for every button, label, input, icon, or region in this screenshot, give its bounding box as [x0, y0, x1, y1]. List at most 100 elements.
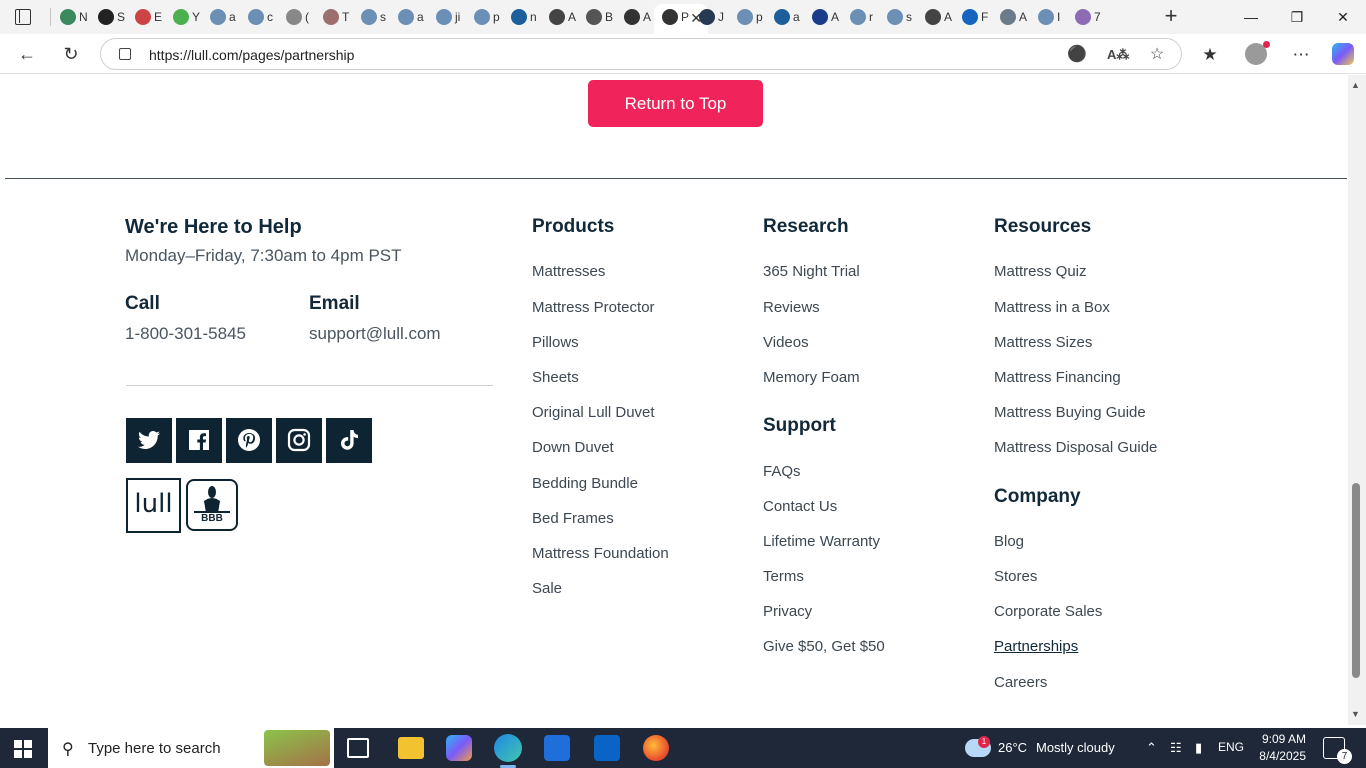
- browser-tab[interactable]: I: [1030, 4, 1066, 30]
- copilot-taskbar-icon[interactable]: [446, 735, 472, 761]
- browser-tab[interactable]: A: [992, 4, 1028, 30]
- site-info-icon[interactable]: [119, 48, 131, 60]
- footer-link-bedding-bundle[interactable]: Bedding Bundle: [532, 475, 638, 492]
- footer-link-reviews[interactable]: Reviews: [763, 299, 820, 316]
- start-button[interactable]: [14, 740, 32, 758]
- footer-link-mattress-quiz[interactable]: Mattress Quiz: [994, 263, 1087, 280]
- page-scrollbar[interactable]: ▲ ▼: [1348, 75, 1366, 725]
- browser-tab[interactable]: a: [202, 4, 238, 30]
- lull-logo[interactable]: lull: [126, 478, 181, 533]
- footer-link-terms[interactable]: Terms: [763, 568, 804, 585]
- footer-link-lifetime-warranty[interactable]: Lifetime Warranty: [763, 533, 880, 550]
- browser-tab[interactable]: s: [879, 4, 915, 30]
- browser-tab[interactable]: A: [917, 4, 953, 30]
- file-explorer-icon[interactable]: [398, 737, 424, 759]
- footer-link-sale[interactable]: Sale: [532, 580, 562, 597]
- edge-browser-icon[interactable]: [494, 734, 522, 768]
- pinterest-link[interactable]: [226, 418, 272, 463]
- return-to-top-button[interactable]: Return to Top: [588, 80, 763, 127]
- browser-tab[interactable]: r: [842, 4, 878, 30]
- footer-link-videos[interactable]: Videos: [763, 334, 809, 351]
- browser-tab[interactable]: S: [90, 4, 126, 30]
- scrollbar-thumb[interactable]: [1352, 483, 1360, 678]
- footer-link-365-night-trial[interactable]: 365 Night Trial: [763, 263, 860, 280]
- footer-link-give-50-get-50[interactable]: Give $50, Get $50: [763, 638, 885, 655]
- footer-link-careers[interactable]: Careers: [994, 674, 1047, 691]
- outlook-icon[interactable]: [594, 735, 620, 761]
- weather-description[interactable]: Mostly cloudy: [1036, 740, 1115, 755]
- address-bar[interactable]: https://lull.com/pages/partnership ⚫ A⁂ …: [100, 38, 1182, 70]
- weather-temperature[interactable]: 26°C: [998, 740, 1027, 755]
- firefox-icon[interactable]: [643, 735, 669, 761]
- notification-center-icon[interactable]: 7: [1323, 737, 1352, 764]
- footer-link-corporate-sales[interactable]: Corporate Sales: [994, 603, 1102, 620]
- tab-actions-menu-button[interactable]: [10, 7, 38, 27]
- call-number-link[interactable]: 1-800-301-5845: [125, 324, 246, 344]
- scroll-down-arrow-icon[interactable]: ▼: [1351, 709, 1360, 719]
- profile-avatar[interactable]: [1245, 41, 1270, 65]
- footer-link-memory-foam[interactable]: Memory Foam: [763, 369, 860, 386]
- browser-tab[interactable]: B: [578, 4, 614, 30]
- browser-tab[interactable]: c: [240, 4, 276, 30]
- browser-tab[interactable]: N: [52, 4, 88, 30]
- favorites-icon[interactable]: ★: [1199, 44, 1221, 66]
- footer-link-partnerships[interactable]: Partnerships: [994, 638, 1078, 655]
- refresh-button[interactable]: ↻: [56, 40, 86, 68]
- browser-tab[interactable]: p: [466, 4, 502, 30]
- footer-link-sheets[interactable]: Sheets: [532, 369, 579, 386]
- footer-link-mattress-financing[interactable]: Mattress Financing: [994, 369, 1121, 386]
- taskbar-clock[interactable]: 9:09 AM 8/4/2025: [1258, 731, 1306, 765]
- back-button[interactable]: ←: [12, 40, 42, 68]
- browser-tab[interactable]: 7: [1067, 4, 1103, 30]
- browser-tab[interactable]: A: [616, 4, 652, 30]
- coupon-tag-icon[interactable]: ⚫: [1067, 45, 1087, 65]
- footer-link-mattress-buying-guide[interactable]: Mattress Buying Guide: [994, 404, 1146, 421]
- footer-link-mattress-foundation[interactable]: Mattress Foundation: [532, 545, 669, 562]
- copilot-icon[interactable]: [1332, 43, 1354, 65]
- favorite-star-icon[interactable]: ☆: [1147, 45, 1167, 65]
- browser-tab[interactable]: A: [804, 4, 840, 30]
- close-window-button[interactable]: ✕: [1320, 0, 1366, 34]
- footer-link-down-duvet[interactable]: Down Duvet: [532, 439, 614, 456]
- url-text[interactable]: https://lull.com/pages/partnership: [149, 47, 354, 63]
- footer-link-stores[interactable]: Stores: [994, 568, 1037, 585]
- footer-link-pillows[interactable]: Pillows: [532, 334, 579, 351]
- facebook-link[interactable]: [176, 418, 222, 463]
- twitter-link[interactable]: [126, 418, 172, 463]
- settings-more-icon[interactable]: ⋯: [1290, 44, 1312, 66]
- new-tab-button[interactable]: +: [1160, 5, 1182, 28]
- footer-link-mattress-in-a-box[interactable]: Mattress in a Box: [994, 299, 1110, 316]
- footer-link-mattress-sizes[interactable]: Mattress Sizes: [994, 334, 1092, 351]
- task-view-icon[interactable]: [347, 738, 369, 758]
- bbb-logo[interactable]: BBB: [186, 479, 238, 531]
- minimize-button[interactable]: —: [1228, 0, 1274, 34]
- browser-tab[interactable]: a: [390, 4, 426, 30]
- footer-link-original-lull-duvet[interactable]: Original Lull Duvet: [532, 404, 655, 421]
- footer-link-mattresses[interactable]: Mattresses: [532, 263, 605, 280]
- browser-tab[interactable]: a: [766, 4, 802, 30]
- footer-link-bed-frames[interactable]: Bed Frames: [532, 510, 614, 527]
- search-highlight-owl-icon[interactable]: [264, 730, 330, 766]
- microsoft-store-icon[interactable]: [544, 735, 570, 761]
- read-aloud-icon[interactable]: A⁂: [1107, 45, 1129, 65]
- footer-link-mattress-protector[interactable]: Mattress Protector: [532, 299, 655, 316]
- footer-link-blog[interactable]: Blog: [994, 533, 1024, 550]
- browser-tab[interactable]: F: [954, 4, 990, 30]
- footer-link-mattress-disposal-guide[interactable]: Mattress Disposal Guide: [994, 439, 1157, 456]
- browser-tab[interactable]: (: [278, 4, 314, 30]
- tray-chevron-icon[interactable]: ⌃: [1146, 740, 1157, 756]
- battery-icon[interactable]: ▮: [1195, 740, 1202, 756]
- browser-tab[interactable]: T: [315, 4, 351, 30]
- browser-tab[interactable]: ji: [428, 4, 464, 30]
- footer-link-privacy[interactable]: Privacy: [763, 603, 812, 620]
- browser-tab[interactable]: s: [353, 4, 389, 30]
- tiktok-link[interactable]: [326, 418, 372, 463]
- browser-tab[interactable]: Y: [165, 4, 201, 30]
- browser-tab[interactable]: A: [541, 4, 577, 30]
- browser-tab[interactable]: J: [691, 4, 727, 30]
- footer-link-contact-us[interactable]: Contact Us: [763, 498, 837, 515]
- browser-tab[interactable]: n: [503, 4, 539, 30]
- restore-button[interactable]: ❐: [1274, 0, 1320, 34]
- instagram-link[interactable]: [276, 418, 322, 463]
- browser-tab[interactable]: p: [729, 4, 765, 30]
